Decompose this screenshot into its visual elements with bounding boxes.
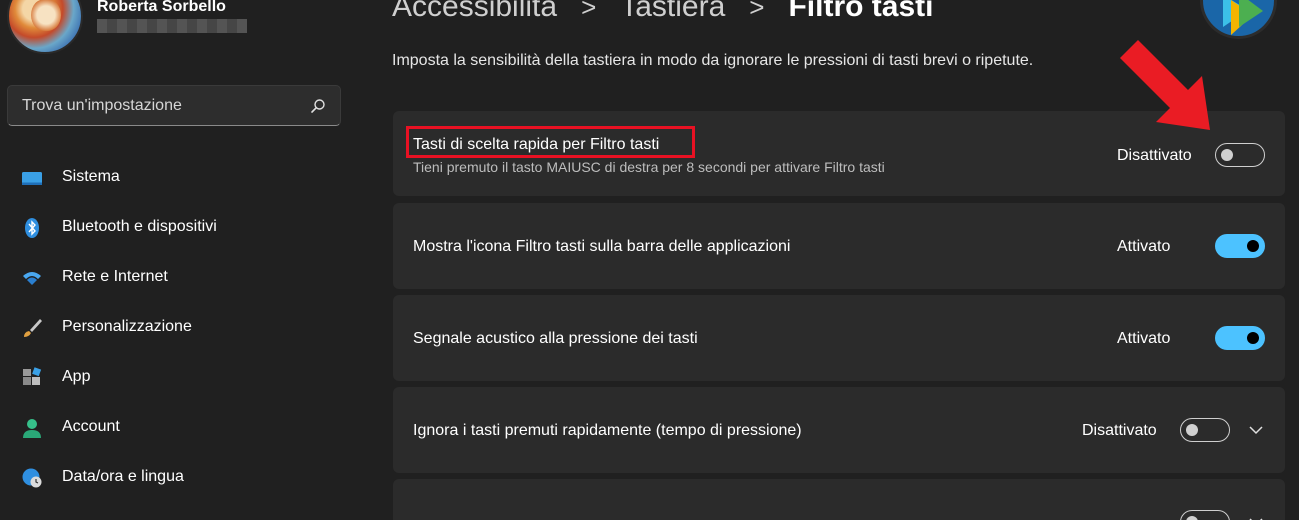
taskbar-icon-toggle[interactable] <box>1215 234 1265 258</box>
search-box[interactable]: Trova un'impostazione <box>7 85 341 126</box>
account-icon <box>23 419 41 438</box>
search-icon[interactable] <box>310 98 326 114</box>
sidebar-item-rete[interactable]: Rete e Internet <box>0 253 360 303</box>
sidebar-item-label: Sistema <box>62 168 120 185</box>
search-input[interactable]: Trova un'impostazione <box>22 97 182 115</box>
breadcrumb: Accessibilità > Tastiera > Filtro tasti <box>392 0 934 24</box>
toggle-knob <box>1247 332 1259 344</box>
sidebar-item-label: Bluetooth e dispositivi <box>62 218 217 235</box>
sidebar-item-data-ora[interactable]: Data/ora e lingua <box>0 453 360 503</box>
setting-title: Mostra l'icona Filtro tasti sulla barra … <box>413 238 791 255</box>
globe-clock-icon <box>22 468 42 488</box>
user-email-redacted <box>97 19 247 33</box>
system-icon <box>22 172 42 185</box>
chevron-down-icon[interactable] <box>1248 422 1264 438</box>
beep-toggle[interactable] <box>1215 326 1265 350</box>
sidebar-item-label: Account <box>62 418 120 435</box>
setting-state: Attivato <box>1117 330 1171 347</box>
highlight-box <box>406 126 695 158</box>
setting-state: Attivato <box>1117 238 1171 255</box>
toggle-knob <box>1247 240 1259 252</box>
wifi-icon <box>23 272 41 285</box>
setting-card-taskbar-icon[interactable]: Mostra l'icona Filtro tasti sulla barra … <box>393 203 1285 289</box>
avatar[interactable] <box>7 0 83 54</box>
slow-keys-toggle[interactable] <box>1180 418 1230 442</box>
page-title: Filtro tasti <box>788 0 934 23</box>
sidebar-nav: Sistema Bluetooth e dispositivi Rete e I… <box>0 153 360 503</box>
sidebar-item-label: Rete e Internet <box>62 268 168 285</box>
sidebar-item-label: Personalizzazione <box>62 318 192 335</box>
breadcrumb-separator: > <box>749 0 765 22</box>
sidebar-item-label: Data/ora e lingua <box>62 468 184 485</box>
breadcrumb-keyboard[interactable]: Tastiera <box>620 0 725 24</box>
setting-title: Ignora i tasti premuti rapidamente (temp… <box>413 422 802 439</box>
sidebar-item-app[interactable]: App <box>0 353 360 403</box>
bluetooth-icon <box>25 218 39 238</box>
red-arrow-icon <box>1120 40 1210 130</box>
toggle-knob <box>1186 424 1198 436</box>
page-description: Imposta la sensibilità della tastiera in… <box>392 52 1034 69</box>
sidebar: Roberta Sorbello Trova un'impostazione S… <box>0 0 360 520</box>
brush-icon <box>24 319 42 337</box>
toggle-knob <box>1186 516 1198 520</box>
sidebar-item-sistema[interactable]: Sistema <box>0 153 360 203</box>
shortcut-toggle[interactable] <box>1215 143 1265 167</box>
setting-subtitle: Tieni premuto il tasto MAIUSC di destra … <box>413 159 885 175</box>
setting-state: Disattivato <box>1117 147 1192 164</box>
user-name: Roberta Sorbello <box>97 0 226 15</box>
sidebar-item-label: App <box>62 368 91 385</box>
setting-card-beep[interactable]: Segnale acustico alla pressione dei tast… <box>393 295 1285 381</box>
apps-icon <box>23 367 42 385</box>
sidebar-item-personalizzazione[interactable]: Personalizzazione <box>0 303 360 353</box>
sidebar-item-bluetooth[interactable]: Bluetooth e dispositivi <box>0 203 360 253</box>
toggle-knob <box>1221 149 1233 161</box>
setting-title: Segnale acustico alla pressione dei tast… <box>413 330 698 347</box>
breadcrumb-separator: > <box>581 0 597 22</box>
partial-toggle[interactable] <box>1180 510 1230 520</box>
breadcrumb-accessibility[interactable]: Accessibilità <box>392 0 557 24</box>
setting-card-partial[interactable] <box>393 479 1285 520</box>
chevron-down-icon[interactable] <box>1248 514 1264 520</box>
sidebar-item-account[interactable]: Account <box>0 403 360 453</box>
setting-state: Disattivato <box>1082 422 1157 439</box>
setting-card-slow-keys[interactable]: Ignora i tasti premuti rapidamente (temp… <box>393 387 1285 473</box>
